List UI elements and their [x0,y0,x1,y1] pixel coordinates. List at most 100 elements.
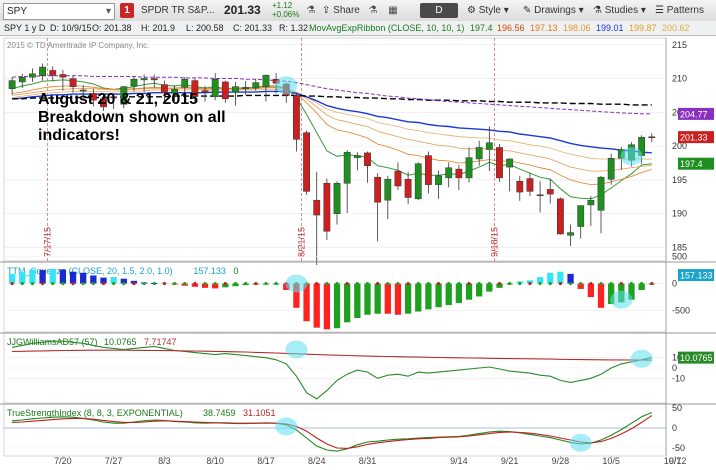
candle-body [130,78,138,87]
tsi-value: 38.7459 [203,408,236,418]
ribbon-value-3: 197.13 [530,23,558,33]
squeeze-dot [376,281,380,286]
squeeze-bar [597,283,605,308]
squeeze-dot [436,281,441,286]
chart-area[interactable]: 1851901952002052102157/17/158/21/159/18/… [0,36,716,470]
candle-body [516,181,524,193]
squeeze-extra-value: 0 [233,266,238,276]
chevron-down-icon: ▾ [578,5,584,16]
squeeze-dot [487,281,491,286]
share-button[interactable]: ⇪ Share [322,3,360,18]
date-marker-label: 8/21/15 [296,227,306,257]
candle-body [221,81,229,100]
squeeze-dot [640,281,644,286]
highlight-marker [275,76,298,95]
chevron-down-icon: ▾ [503,5,509,16]
candle-body [59,74,67,78]
candle-body [557,198,564,235]
bar-date: D: 10/9/15 [50,23,92,33]
ad-signal-value: 7.71747 [144,337,177,347]
studies-button[interactable]: ⚗ Studies ▾ [593,3,646,18]
candle-body [364,152,371,166]
chart-period: SPY 1 y D [4,23,46,33]
squeeze-bar [547,272,554,284]
candle-body [607,158,615,180]
candle-body [49,70,57,76]
squeeze-dot [518,281,522,286]
squeeze-dot [254,281,258,286]
candle-body [506,158,514,168]
annotation-text: indicators! [38,127,120,144]
change-percent: +0.06% [272,10,300,19]
candle-body [262,74,270,87]
status-bar: SPY 1 y D D: 10/9/15 O: 201.38 H: 201.9 … [0,21,716,36]
squeeze-dot [579,281,583,286]
flask-icon[interactable]: ⚗ [366,3,380,18]
ribbon-value-5: 199.01 [596,23,624,33]
price-tick-label: 210 [672,74,687,84]
squeeze-dot [609,281,613,286]
candle-body [181,78,189,88]
squeeze-dot [152,281,156,286]
ad-value-tag-label: 10.0765 [680,353,713,363]
candle-body [150,78,158,81]
squeeze-dot [619,281,623,286]
squeeze-dot [447,281,451,286]
squeeze-dot [132,281,136,286]
candle-body [140,78,148,81]
squeeze-dot [162,281,167,286]
squeeze-bar [476,283,483,297]
candle-body [313,199,321,216]
share-label: Share [333,5,360,16]
ribbon-value-2: 196.56 [497,23,525,33]
ribbon-value-7: 200.62 [662,23,690,33]
candle-body [485,142,493,150]
squeeze-dot [122,281,126,286]
squeeze-bar [80,272,87,284]
squeeze-dot [203,281,207,286]
squeeze-bar [29,269,36,284]
range-value: R: 1.32 [279,23,309,33]
squeeze-dot [426,281,431,286]
candle-body [293,95,300,140]
squeeze-bar [445,283,452,306]
symbol-input[interactable]: SPY ▾ [3,3,115,20]
squeeze-dot [355,281,359,286]
squeeze-dot [558,281,563,286]
price-tag-label: 201.33 [680,133,708,143]
highlight-marker [285,274,308,293]
squeeze-dot [223,281,227,286]
candle-body [394,170,402,187]
candle-body [69,78,77,87]
annotation-text: Breakdown shown on all [38,109,226,126]
studies-label: Studies [604,5,639,16]
grid-icon[interactable]: ▦ [386,3,400,18]
candle-body [404,178,412,198]
squeeze-dot [650,281,654,286]
squeeze-bar [557,271,564,284]
candle-body [384,178,392,201]
candle-body [425,155,432,185]
drawings-button[interactable]: ✎ Drawings ▾ [523,3,584,18]
squeeze-dot [335,281,339,286]
squeeze-bar [465,283,473,300]
close-value: C: 201.33 [233,23,273,33]
squeeze-bar [354,283,361,318]
highlight-marker [630,349,653,368]
flask-icon[interactable]: ⚗ [304,3,318,18]
patterns-button[interactable]: ☰ Patterns [655,3,704,18]
squeeze-bar [415,283,422,312]
squeeze-dot [568,281,573,286]
style-button[interactable]: ⚙ Style ▾ [467,3,509,18]
squeeze-bar [69,271,77,284]
date-marker-label: 9/18/15 [489,227,499,257]
ribbon-value-4: 198.06 [563,23,591,33]
ad-tick-label: -10 [672,373,685,383]
low-value: L: 200.58 [186,23,224,33]
squeeze-dot [508,281,512,286]
patterns-label: Patterns [666,5,704,16]
candle-body [546,189,554,195]
squeeze-dot [233,281,238,286]
link-badge[interactable]: 1 [120,3,134,18]
timeframe-select[interactable]: D [420,3,458,18]
